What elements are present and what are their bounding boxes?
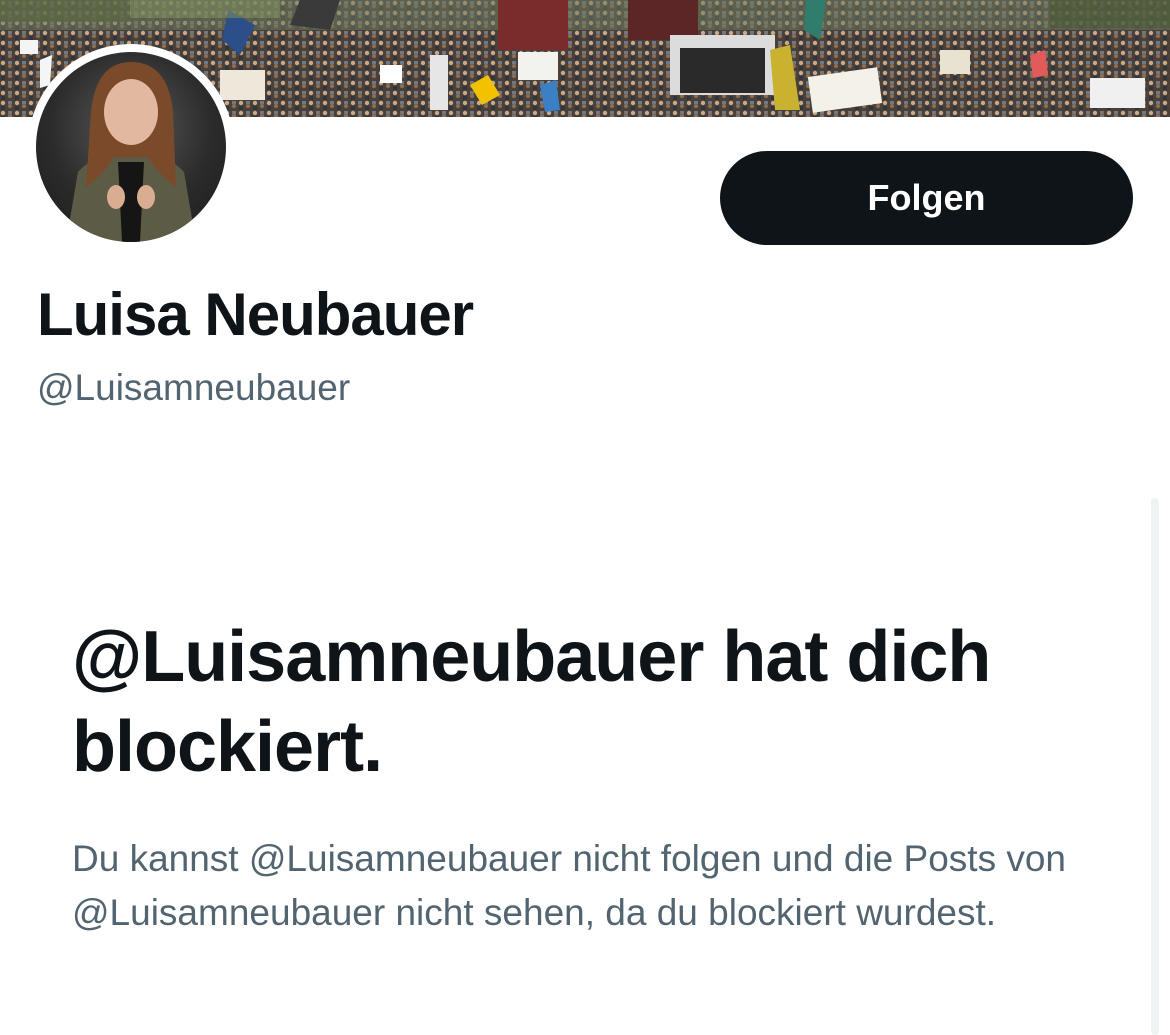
scrollbar[interactable] bbox=[1151, 498, 1159, 1035]
profile-handle: @Luisamneubauer bbox=[37, 367, 351, 408]
profile-display-name: Luisa Neubauer bbox=[37, 281, 474, 348]
blocked-notice-description: Du kannst @Luisamneubauer nicht folgen u… bbox=[72, 838, 1067, 933]
follow-button[interactable]: Folgen bbox=[720, 151, 1133, 245]
person-portrait-graphic bbox=[66, 62, 196, 242]
profile-avatar[interactable] bbox=[28, 44, 234, 250]
avatar-photo bbox=[36, 52, 226, 242]
blocked-notice-title: @Luisamneubauer hat dich blockiert. bbox=[72, 617, 991, 787]
profile-page: Folgen Luisa Neubauer @Luisamneubauer @L… bbox=[0, 0, 1170, 1035]
